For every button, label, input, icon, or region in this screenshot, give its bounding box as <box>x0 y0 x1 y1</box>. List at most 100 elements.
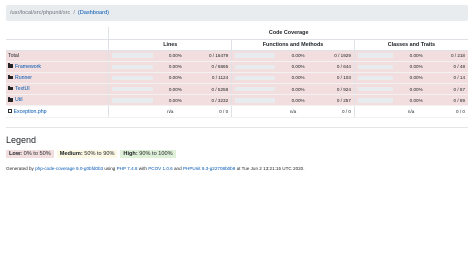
table-row: TextUI 0.00% 0 / 5258 0.00% 0 / 924 0.00… <box>6 83 468 96</box>
functions-bar <box>231 83 279 96</box>
row-name: TextUI <box>6 83 109 96</box>
progress-track <box>235 64 276 70</box>
table-row: Util 0.00% 0 / 3232 0.00% 0 / 257 0.00% … <box>6 94 468 107</box>
table-row: Runner 0.00% 0 / 1124 0.00% 0 / 103 0.00… <box>6 72 468 85</box>
classes-count: 0 / 14 <box>425 72 468 85</box>
classes-bar <box>353 72 397 85</box>
footer-text: using <box>103 166 117 171</box>
folder-link-framework[interactable]: Framework <box>15 64 41 70</box>
legend-medium: Medium: 50% to 90% <box>56 150 118 158</box>
progress-track <box>235 75 276 81</box>
legend-high-label: High: <box>123 151 138 157</box>
functions-pct: n/a <box>278 105 308 118</box>
folder-link-runner[interactable]: Runner <box>15 75 32 81</box>
functions-bar <box>231 94 279 107</box>
row-name: Util <box>6 94 109 107</box>
php-link[interactable]: PHP 7.4.6 <box>117 166 138 171</box>
legend-title: Legend <box>6 135 37 145</box>
progress-track <box>357 53 394 58</box>
lines-count: 0 / 5258 <box>184 83 232 96</box>
lines-bar <box>108 50 156 62</box>
lines-bar <box>108 61 156 73</box>
breadcrumb-path: /usr/local/src/phpunit/src <box>10 10 71 16</box>
divider <box>6 127 468 128</box>
classes-pct: 0.00% <box>396 72 426 85</box>
progress-track <box>112 75 153 81</box>
row-name: Exception.php <box>6 105 109 118</box>
php-code-coverage-link[interactable]: php-code-coverage 9.0-g0bfd0b3 <box>35 166 103 171</box>
progress-track <box>235 53 276 58</box>
coverage-table: Code Coverage Lines Functions and Method… <box>6 27 468 118</box>
classes-pct: 0.00% <box>396 61 426 73</box>
folder-link-textui[interactable]: TextUI <box>15 86 30 92</box>
footer-text: with <box>137 166 149 171</box>
lines-pct: 0.00% <box>155 50 185 62</box>
table-row: Framework 0.00% 0 / 6865 0.00% 0 / 644 0… <box>6 61 468 73</box>
legend-low-range: 0% to 50% <box>23 151 51 157</box>
functions-pct: 0.00% <box>278 50 308 62</box>
lines-bar-empty <box>108 105 156 118</box>
folder-icon <box>8 63 13 68</box>
file-icon <box>8 108 12 114</box>
classes-pct: 0.00% <box>396 50 426 62</box>
progress-track <box>112 86 153 92</box>
classes-count: 0 / 0 <box>425 105 468 118</box>
pcov-link[interactable]: PCOV 1.0.6 <box>148 166 173 171</box>
progress-track <box>235 98 276 103</box>
legend-high-range: 90% to 100% <box>139 151 173 157</box>
functions-bar-empty <box>231 105 279 118</box>
lines-header: Lines <box>108 39 232 51</box>
row-name: Total <box>6 50 109 62</box>
table-row: Total 0.00% 0 / 16479 0.00% 0 / 1929 0.0… <box>6 50 468 62</box>
progress-track <box>112 53 153 58</box>
functions-count: 0 / 257 <box>307 94 355 107</box>
functions-pct: 0.00% <box>278 72 308 85</box>
classes-count: 0 / 48 <box>425 61 468 73</box>
folder-icon <box>8 74 13 80</box>
progress-track <box>112 98 153 103</box>
dashboard-link[interactable]: (Dashboard) <box>78 10 109 16</box>
footer: Generated by php-code-coverage 9.0-g0bfd… <box>6 166 305 171</box>
classes-pct: n/a <box>396 105 426 118</box>
footer-text: and <box>172 166 183 171</box>
classes-count: 0 / 67 <box>425 83 468 96</box>
folder-icon <box>8 97 13 102</box>
classes-pct: 0.00% <box>396 83 426 96</box>
footer-text: at Tue Jun 2 13:21:15 UTC 2020. <box>235 166 305 171</box>
functions-count: 0 / 1929 <box>307 50 355 62</box>
lines-bar <box>108 83 156 96</box>
classes-bar <box>353 83 397 96</box>
row-name: Runner <box>6 72 109 85</box>
lines-bar <box>108 94 156 107</box>
legend-low: Low: 0% to 50% <box>6 150 54 158</box>
lines-pct: 0.00% <box>155 94 185 107</box>
progress-track <box>357 86 394 92</box>
functions-count: 0 / 103 <box>307 72 355 85</box>
table-row: Exception.php n/a 0 / 0 n/a 0 / 0 n/a 0 … <box>6 105 468 118</box>
file-link-exception[interactable]: Exception.php <box>14 109 47 115</box>
phpunit-link[interactable]: PHPUnit 9.3-g22708b0b9 <box>183 166 235 171</box>
header-blank-2 <box>6 39 109 51</box>
classes-bar <box>353 94 397 107</box>
classes-bar <box>353 61 397 73</box>
functions-bar <box>231 61 279 73</box>
folder-icon <box>8 85 13 91</box>
functions-bar <box>231 50 279 62</box>
row-name: Framework <box>6 61 109 73</box>
functions-pct: 0.00% <box>278 83 308 96</box>
breadcrumb: /usr/local/src/phpunit/src / (Dashboard) <box>6 5 468 21</box>
code-coverage-header: Code Coverage <box>108 27 468 40</box>
header-blank <box>6 27 109 40</box>
legend: Low: 0% to 50% Medium: 50% to 90% High: 90… <box>6 150 179 158</box>
classes-count: 0 / 218 <box>425 50 468 62</box>
legend-medium-range: 50% to 90% <box>84 151 115 157</box>
folder-link-util[interactable]: Util <box>15 97 23 103</box>
lines-bar <box>108 72 156 85</box>
progress-track <box>357 64 394 70</box>
lines-pct: 0.00% <box>155 72 185 85</box>
classes-bar-empty <box>353 105 397 118</box>
classes-bar <box>353 50 397 62</box>
progress-track <box>357 98 394 103</box>
lines-count: 0 / 16479 <box>184 50 232 62</box>
report-page: /usr/local/src/phpunit/src / (Dashboard) C… <box>0 0 474 266</box>
